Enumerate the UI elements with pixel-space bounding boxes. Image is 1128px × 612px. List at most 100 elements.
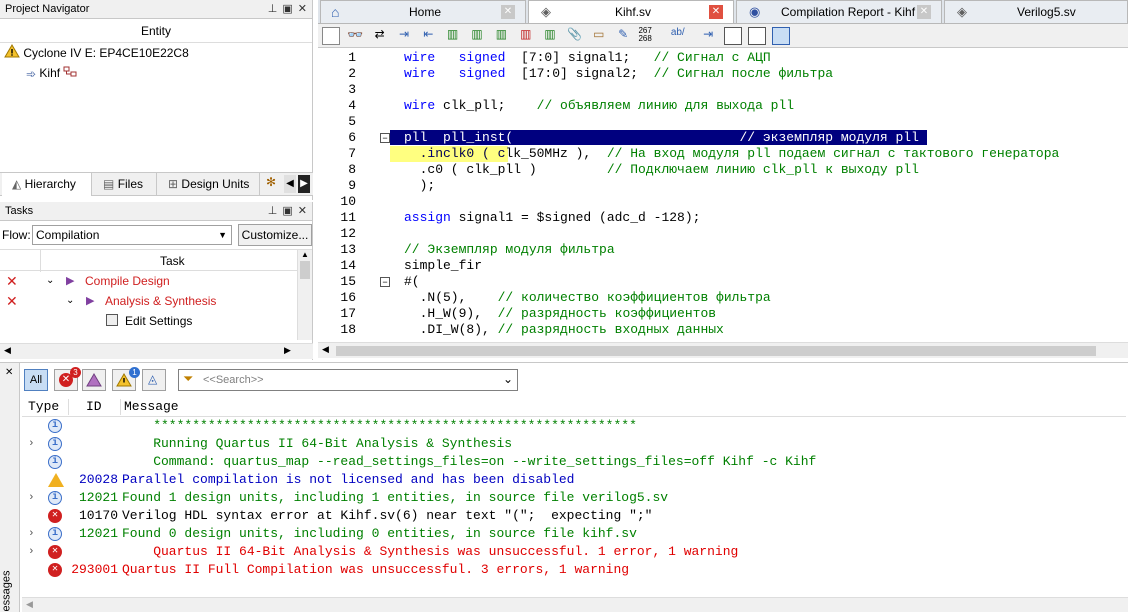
task-item[interactable]: ✕ ⌄ ▶ Compile Design: [0, 271, 297, 291]
line-number: 4: [348, 98, 356, 113]
messages-hscrollbar[interactable]: ◀: [22, 597, 1128, 612]
editor-hscrollbar[interactable]: ◀: [318, 342, 1128, 358]
find-replace-icon[interactable]: ⇄: [371, 27, 389, 45]
chevron-down-icon[interactable]: ⌄: [503, 372, 513, 386]
run-task-icon[interactable]: ▶: [86, 291, 94, 311]
code-line[interactable]: .DI_W(8), // разрядность входных данных: [404, 322, 724, 338]
tab-verilog5-sv[interactable]: ◈ Verilog5.sv: [944, 0, 1128, 23]
template-icon[interactable]: ✎: [614, 27, 632, 45]
column-id[interactable]: ID: [86, 397, 102, 417]
tab-more-icon[interactable]: ✻: [266, 175, 276, 189]
scroll-left-icon[interactable]: ◀: [26, 599, 33, 610]
expand-icon[interactable]: ›: [28, 435, 35, 453]
expand-icon[interactable]: ›: [28, 525, 35, 543]
code-line[interactable]: );: [404, 178, 436, 194]
code-line[interactable]: // Экземпляр модуля фильтра: [404, 242, 615, 258]
message-id: 10170: [78, 508, 118, 523]
tasks-panel-controls[interactable]: ⊥ ▣ ✕: [268, 204, 308, 217]
expand-icon[interactable]: ›: [28, 489, 35, 507]
bookmark-delete-icon[interactable]: ▥: [541, 27, 559, 45]
run-task-icon[interactable]: ▶: [66, 271, 74, 291]
code-line[interactable]: #(: [404, 274, 420, 290]
close-icon[interactable]: ✕: [709, 5, 723, 19]
tab-design-units[interactable]: ⊞ Design Units: [160, 173, 260, 196]
bookmark-clear-icon[interactable]: ▥: [517, 27, 535, 45]
tab-files[interactable]: ▤ Files: [95, 173, 157, 196]
tab-compilation-report[interactable]: ◉ Compilation Report - Kihf ✕: [736, 0, 942, 23]
code-line[interactable]: .c0 ( clk_pll ) // Подключаем линию clk_…: [404, 162, 919, 178]
close-icon[interactable]: ✕: [5, 367, 13, 378]
scroll-left-icon[interactable]: ◀: [4, 345, 11, 356]
top-entity-row[interactable]: ➾ Kihf: [0, 63, 312, 83]
code-line[interactable]: .H_W(9), // разрядность коэффициентов: [404, 306, 716, 322]
code-line[interactable]: pll pll_inst( // экземпляр модуля pll: [390, 130, 927, 146]
filter-errors-button[interactable]: ✕ 3: [54, 367, 81, 391]
expand-icon[interactable]: ›: [28, 543, 35, 561]
scroll-left-icon[interactable]: ◀: [322, 344, 329, 355]
filter-info-button[interactable]: ◬: [142, 369, 166, 391]
close-icon[interactable]: ✕: [917, 5, 931, 19]
tab-hierarchy[interactable]: ◭ Hierarchy: [2, 173, 92, 196]
indent-icon[interactable]: ⇥: [395, 27, 413, 45]
document2-icon[interactable]: [747, 27, 766, 45]
customize-button[interactable]: Customize...: [238, 224, 312, 246]
line-number-icon[interactable]: 267 268: [638, 27, 664, 45]
code-line[interactable]: .N(5), // количество коэффициентов фильт…: [404, 290, 771, 306]
attach-icon[interactable]: 📎: [565, 27, 583, 45]
scroll-right-icon[interactable]: ▶: [284, 345, 291, 356]
error-count-badge: 3: [70, 367, 81, 378]
code-line[interactable]: wire clk_pll; // объявляем линию для вых…: [404, 98, 794, 114]
code-editor[interactable]: 1 2 3 4 5 6 7 8 9 10 11 12 13 14 15 16 17 18 − − wire sign…: [318, 48, 1128, 342]
message-row[interactable]: i Command: quartus_map --read_settings_f…: [22, 453, 1122, 471]
message-row[interactable]: › i 12021 Found 1 design units, including 1…: [22, 489, 1122, 507]
code-area[interactable]: wire signed [7:0] signal1; // Сигнал с А…: [390, 48, 1128, 342]
panel-controls[interactable]: ⊥ ▣ ✕: [268, 2, 308, 15]
search-field[interactable]: ⏷ <<Search>> ⌄: [178, 369, 518, 391]
bookmark-icon[interactable]: ▥: [444, 27, 462, 45]
code-line[interactable]: wire signed [7:0] signal1; // Сигнал с А…: [404, 50, 771, 66]
flow-select[interactable]: Compilation ▼: [32, 225, 232, 245]
bookmark-next-icon[interactable]: ▥: [468, 27, 486, 45]
warning-icon: [48, 473, 64, 487]
fold-collapse-icon[interactable]: −: [380, 133, 390, 143]
bookmark-prev-icon[interactable]: ▥: [492, 27, 510, 45]
task-item[interactable]: Edit Settings: [0, 311, 297, 331]
tab-scroll-right-icon[interactable]: ▶: [298, 175, 310, 193]
message-row[interactable]: 20028 Parallel compilation is not license…: [22, 471, 1122, 489]
message-row[interactable]: › i 12021 Found 0 design units, including 0…: [22, 525, 1122, 543]
message-row[interactable]: › ✕ Quartus II 64-Bit Analysis & Synthesi…: [22, 543, 1122, 561]
code-line[interactable]: assign signal1 = $signed (adc_d -128);: [404, 210, 700, 226]
page-icon[interactable]: [322, 27, 340, 45]
filter-warnings-button[interactable]: 1: [112, 367, 140, 391]
tab-kihf-sv[interactable]: ◈ Kihf.sv ✕: [528, 0, 734, 23]
column-type[interactable]: Type: [28, 397, 59, 417]
chevron-down-icon[interactable]: ⌄: [66, 291, 74, 311]
editor-hscroll-thumb[interactable]: [336, 346, 1096, 356]
spellcheck-icon[interactable]: ab/: [671, 27, 693, 45]
goto-icon[interactable]: ⇥: [699, 27, 717, 45]
code-line[interactable]: simple_fir: [404, 258, 482, 274]
filter-critical-button[interactable]: [82, 369, 106, 391]
close-icon[interactable]: ✕: [501, 5, 515, 19]
tasks-hscrollbar[interactable]: ◀ ▶: [0, 343, 313, 359]
code-line[interactable]: wire signed [17:0] signal2; // Сигнал по…: [404, 66, 833, 82]
find-icon[interactable]: 👓: [346, 27, 364, 45]
message-row[interactable]: ✕ 293001 Quartus II Full Compilation was u…: [22, 561, 1122, 579]
device-row[interactable]: Cyclone IV E: EP4CE10E22C8: [0, 43, 312, 63]
tab-home[interactable]: ⌂ Home ✕: [320, 0, 526, 23]
message-row[interactable]: i **************************************…: [22, 417, 1122, 435]
message-row[interactable]: › i Running Quartus II 64-Bit Analysis & …: [22, 435, 1122, 453]
message-row[interactable]: ✕ 10170 Verilog HDL syntax error at Kihf.s…: [22, 507, 1122, 525]
task-item[interactable]: ✕ ⌄ ▶ Analysis & Synthesis: [0, 291, 297, 311]
document-icon[interactable]: [723, 27, 742, 45]
scroll-icon[interactable]: ▭: [590, 27, 608, 45]
chevron-down-icon[interactable]: ⌄: [46, 271, 54, 291]
fold-collapse-icon[interactable]: −: [380, 277, 390, 287]
document3-icon[interactable]: [772, 27, 791, 45]
filter-all-button[interactable]: All: [24, 369, 48, 391]
column-message[interactable]: Message: [124, 397, 179, 417]
scroll-up-icon[interactable]: ▲: [298, 250, 312, 259]
tab-scroll-left-icon[interactable]: ◀: [284, 175, 296, 193]
unindent-icon[interactable]: ⇤: [419, 27, 437, 45]
report-icon: ◉: [749, 4, 761, 19]
